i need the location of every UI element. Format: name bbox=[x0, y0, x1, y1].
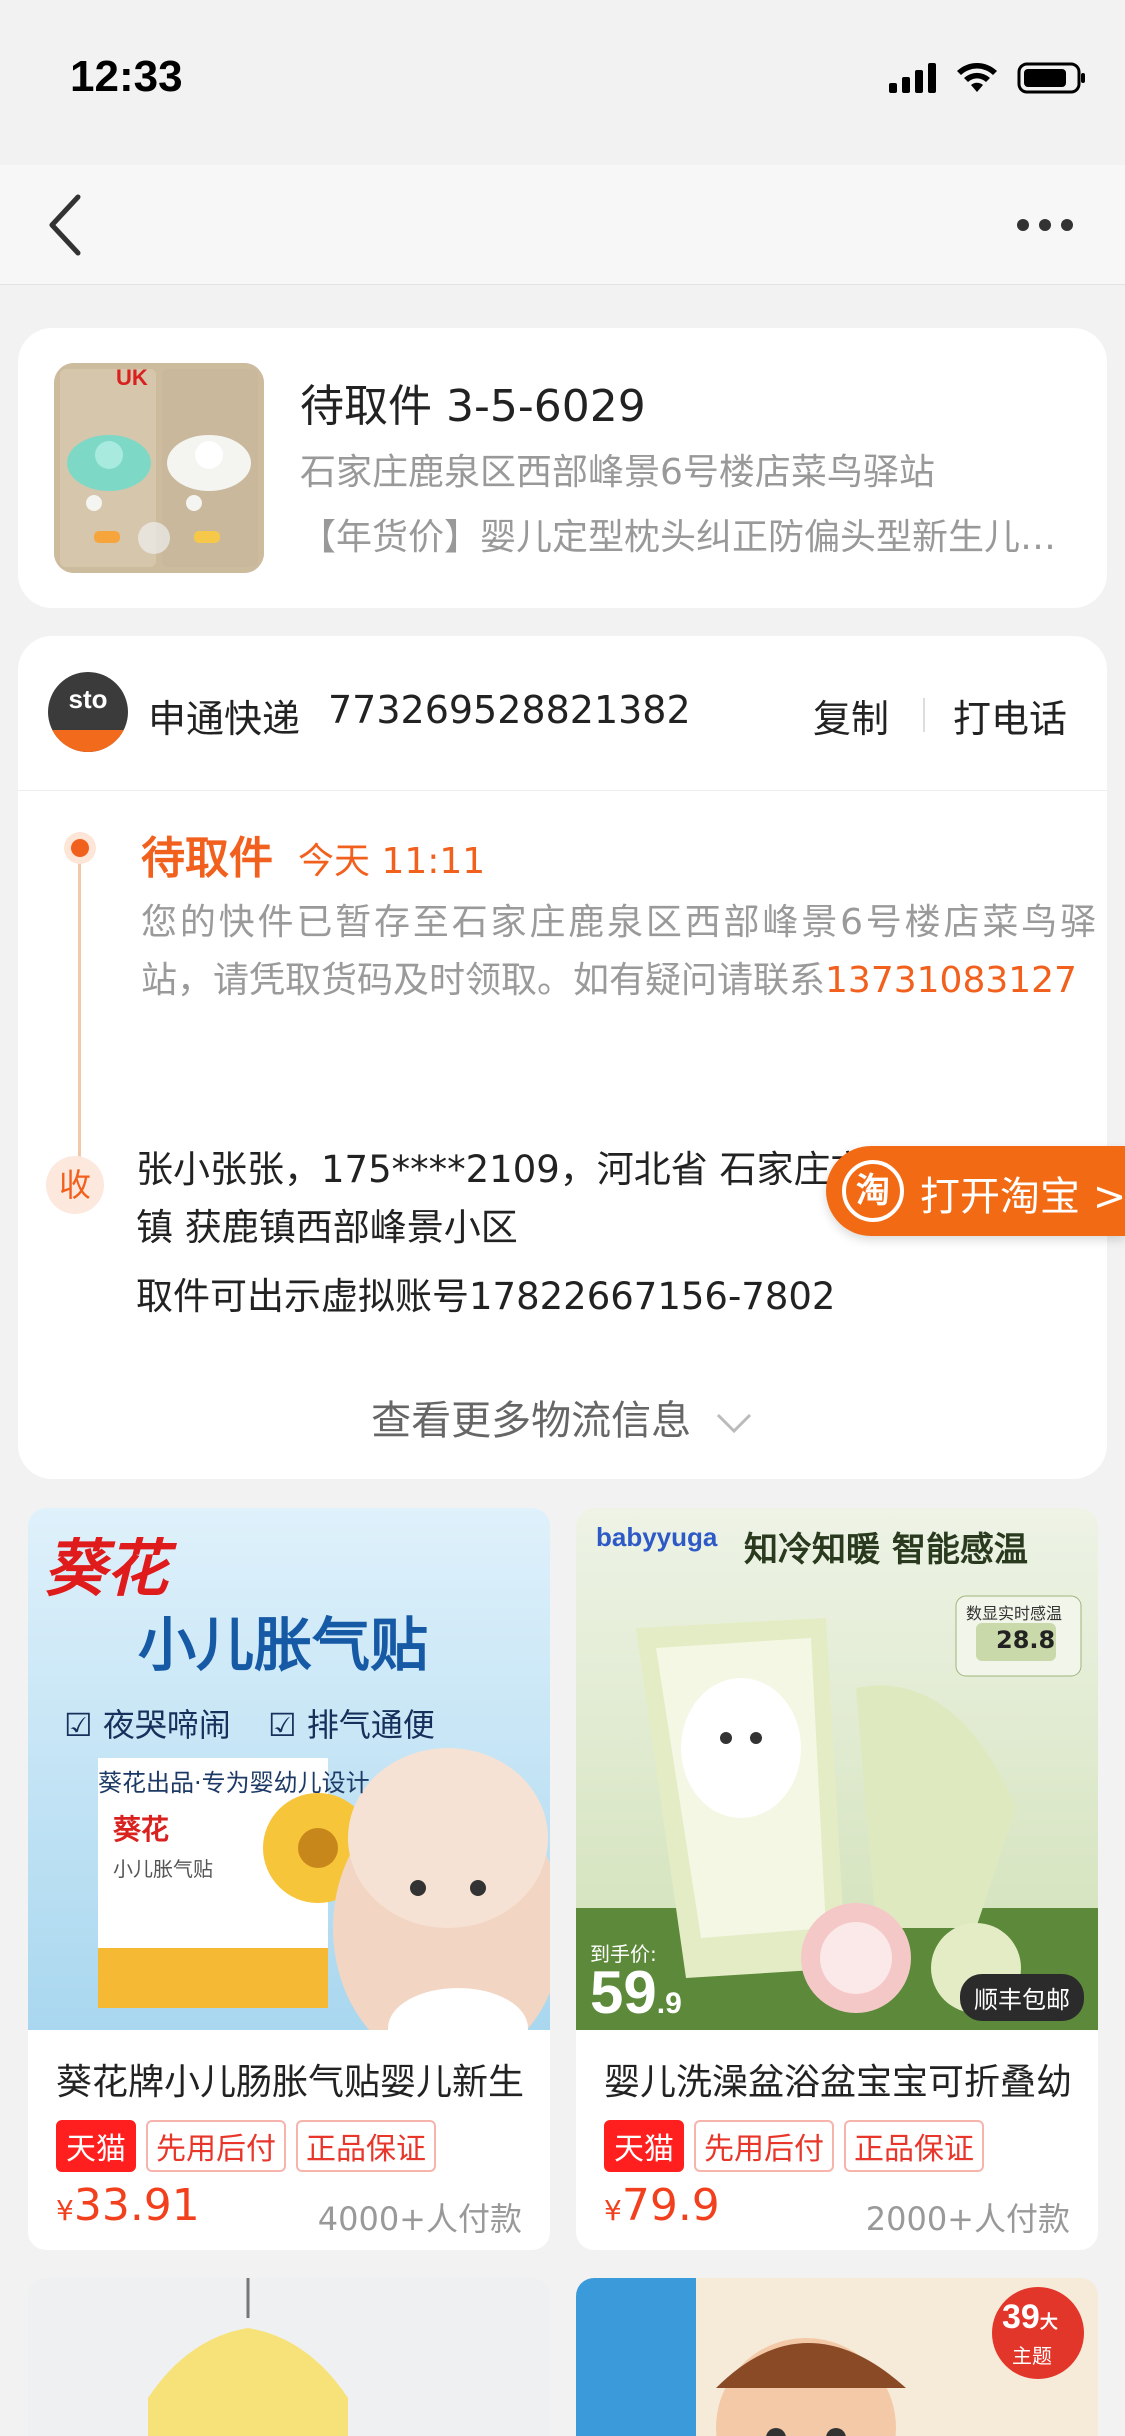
product-price: ¥33.91 bbox=[56, 2180, 200, 2231]
product-sales: 4000+人付款 bbox=[317, 2200, 522, 2238]
img2-brand: babyyuga bbox=[596, 1522, 718, 1552]
tracking-time: 今天 11:11 bbox=[298, 841, 486, 882]
contact-phone[interactable]: 13731083127 bbox=[825, 960, 1077, 1001]
img2-shipping: 顺丰包邮 bbox=[960, 1974, 1084, 2021]
tag-genuine: 正品保证 bbox=[844, 2120, 984, 2172]
tracking-number: 773269528821382 bbox=[328, 688, 691, 732]
tag-genuine: 正品保证 bbox=[296, 2120, 436, 2172]
thumb-brand: UK bbox=[116, 365, 148, 390]
product-name: 婴儿洗澡盆浴盆宝宝可折叠幼 bbox=[604, 2062, 1073, 2103]
product-name: 葵花牌小儿肠胀气贴婴儿新生 bbox=[56, 2062, 525, 2103]
tracking-card: sto 申通快递 773269528821382 复制 打电话 待取件 今天 1… bbox=[18, 636, 1107, 1479]
status-icons bbox=[889, 62, 1087, 94]
img2-display-value: 28.8 bbox=[996, 1626, 1056, 1654]
tracking-description: 您的快件已暂存至石家庄鹿泉区西部峰景6号楼店菜鸟驿站，请凭取货码及时领取。如有疑… bbox=[141, 902, 1096, 1001]
img2-display-label: 数显实时感温 bbox=[966, 1604, 1063, 1623]
chevron-left-icon bbox=[49, 194, 81, 256]
more-button[interactable] bbox=[1015, 210, 1075, 240]
product-image-1: 葵花 小儿胀气贴 ☑ 夜哭啼闹 ☑ 排气通便 葵花出品·专为婴幼儿设计 葵花 小… bbox=[28, 1508, 550, 2030]
product-thumbnail: UK bbox=[54, 363, 264, 573]
call-button[interactable]: 打电话 bbox=[953, 688, 1067, 743]
package-address: 石家庄鹿泉区西部峰景6号楼店菜鸟驿站 bbox=[300, 452, 935, 493]
timeline-dot bbox=[64, 832, 96, 864]
status-time: 12:33 bbox=[70, 52, 183, 101]
wifi-icon bbox=[957, 63, 997, 92]
img1-title: 小儿胀气贴 bbox=[138, 1611, 429, 1679]
signal-icon bbox=[889, 63, 936, 93]
more-dots-icon bbox=[1017, 219, 1073, 231]
tag-tmall: 天猫 bbox=[604, 2120, 684, 2172]
open-taobao-label: 打开淘宝 > bbox=[920, 1174, 1125, 1220]
product-card-3[interactable] bbox=[28, 2278, 550, 2436]
receiver-badge: 收 bbox=[46, 1156, 104, 1214]
taobao-icon: 淘 bbox=[842, 1160, 904, 1222]
img2-slogan: 知冷知暖 智能感温 bbox=[744, 1530, 1028, 1570]
product-tags: 天猫 先用后付 正品保证 bbox=[56, 2120, 436, 2172]
img1-sub: 葵花出品·专为婴幼儿设计 bbox=[98, 1769, 370, 1797]
product-image-3 bbox=[28, 2278, 550, 2436]
back-button[interactable] bbox=[40, 185, 100, 265]
nav-bar bbox=[0, 165, 1125, 285]
img1-brand: 葵花 bbox=[44, 1532, 169, 1605]
badge-label: 主题 bbox=[1012, 2344, 1052, 2368]
pillow-image bbox=[54, 363, 264, 573]
copy-button[interactable]: 复制 bbox=[813, 688, 889, 743]
product-price: ¥79.9 bbox=[604, 2180, 720, 2231]
tag-pay-later: 先用后付 bbox=[694, 2120, 834, 2172]
courier-name: 申通快递 bbox=[148, 697, 301, 741]
open-taobao-button[interactable]: 淘 打开淘宝 > bbox=[826, 1146, 1125, 1236]
sto-logo: sto bbox=[48, 672, 128, 752]
tag-tmall: 天猫 bbox=[56, 2120, 136, 2172]
product-sales: 2000+人付款 bbox=[865, 2200, 1070, 2238]
badge-39: 39大 bbox=[1002, 2298, 1058, 2336]
tag-pay-later: 先用后付 bbox=[146, 2120, 286, 2172]
package-card[interactable]: UK 待取件 3-5-6029 石家庄鹿泉区西部峰景6号楼店菜鸟驿站 【年货价】… bbox=[18, 328, 1107, 608]
product-card-4[interactable]: 39大 主题 bbox=[576, 2278, 1098, 2436]
timeline-line bbox=[78, 848, 81, 1168]
product-tags: 天猫 先用后付 正品保证 bbox=[604, 2120, 984, 2172]
battery-icon bbox=[1017, 62, 1085, 94]
more-logistics-button[interactable]: 查看更多物流信息 bbox=[18, 1388, 1107, 1446]
img1-check1: ☑ 夜哭啼闹 bbox=[64, 1706, 231, 1744]
img2-price: 59.9 bbox=[590, 1959, 682, 2026]
img1-check2: ☑ 排气通便 bbox=[268, 1706, 435, 1744]
package-product-name: 【年货价】婴儿定型枕头纠正防偏头型新生儿宝宝 bbox=[300, 517, 1080, 558]
courier-row: sto 申通快递 773269528821382 复制 打电话 bbox=[18, 636, 1107, 791]
img1-box-brand: 葵花 bbox=[113, 1813, 170, 1846]
product-card-2[interactable]: babyyuga 知冷知暖 智能感温 数显实时感温 28.8 到手价: 59.9… bbox=[576, 1508, 1098, 2250]
product-image-2: babyyuga 知冷知暖 智能感温 数显实时感温 28.8 到手价: 59.9… bbox=[576, 1508, 1098, 2030]
img1-box-title: 小儿胀气贴 bbox=[113, 1857, 213, 1881]
divider bbox=[923, 698, 925, 732]
tracking-status: 待取件 bbox=[141, 833, 273, 884]
chevron-down-icon bbox=[716, 1413, 751, 1434]
virtual-account: 取件可出示虚拟账号17822667156-7802 bbox=[136, 1275, 836, 1318]
status-bar: 12:33 bbox=[0, 0, 1125, 165]
product-card-1[interactable]: 葵花 小儿胀气贴 ☑ 夜哭啼闹 ☑ 排气通便 葵花出品·专为婴幼儿设计 葵花 小… bbox=[28, 1508, 550, 2250]
package-title: 待取件 3-5-6029 bbox=[300, 381, 646, 432]
